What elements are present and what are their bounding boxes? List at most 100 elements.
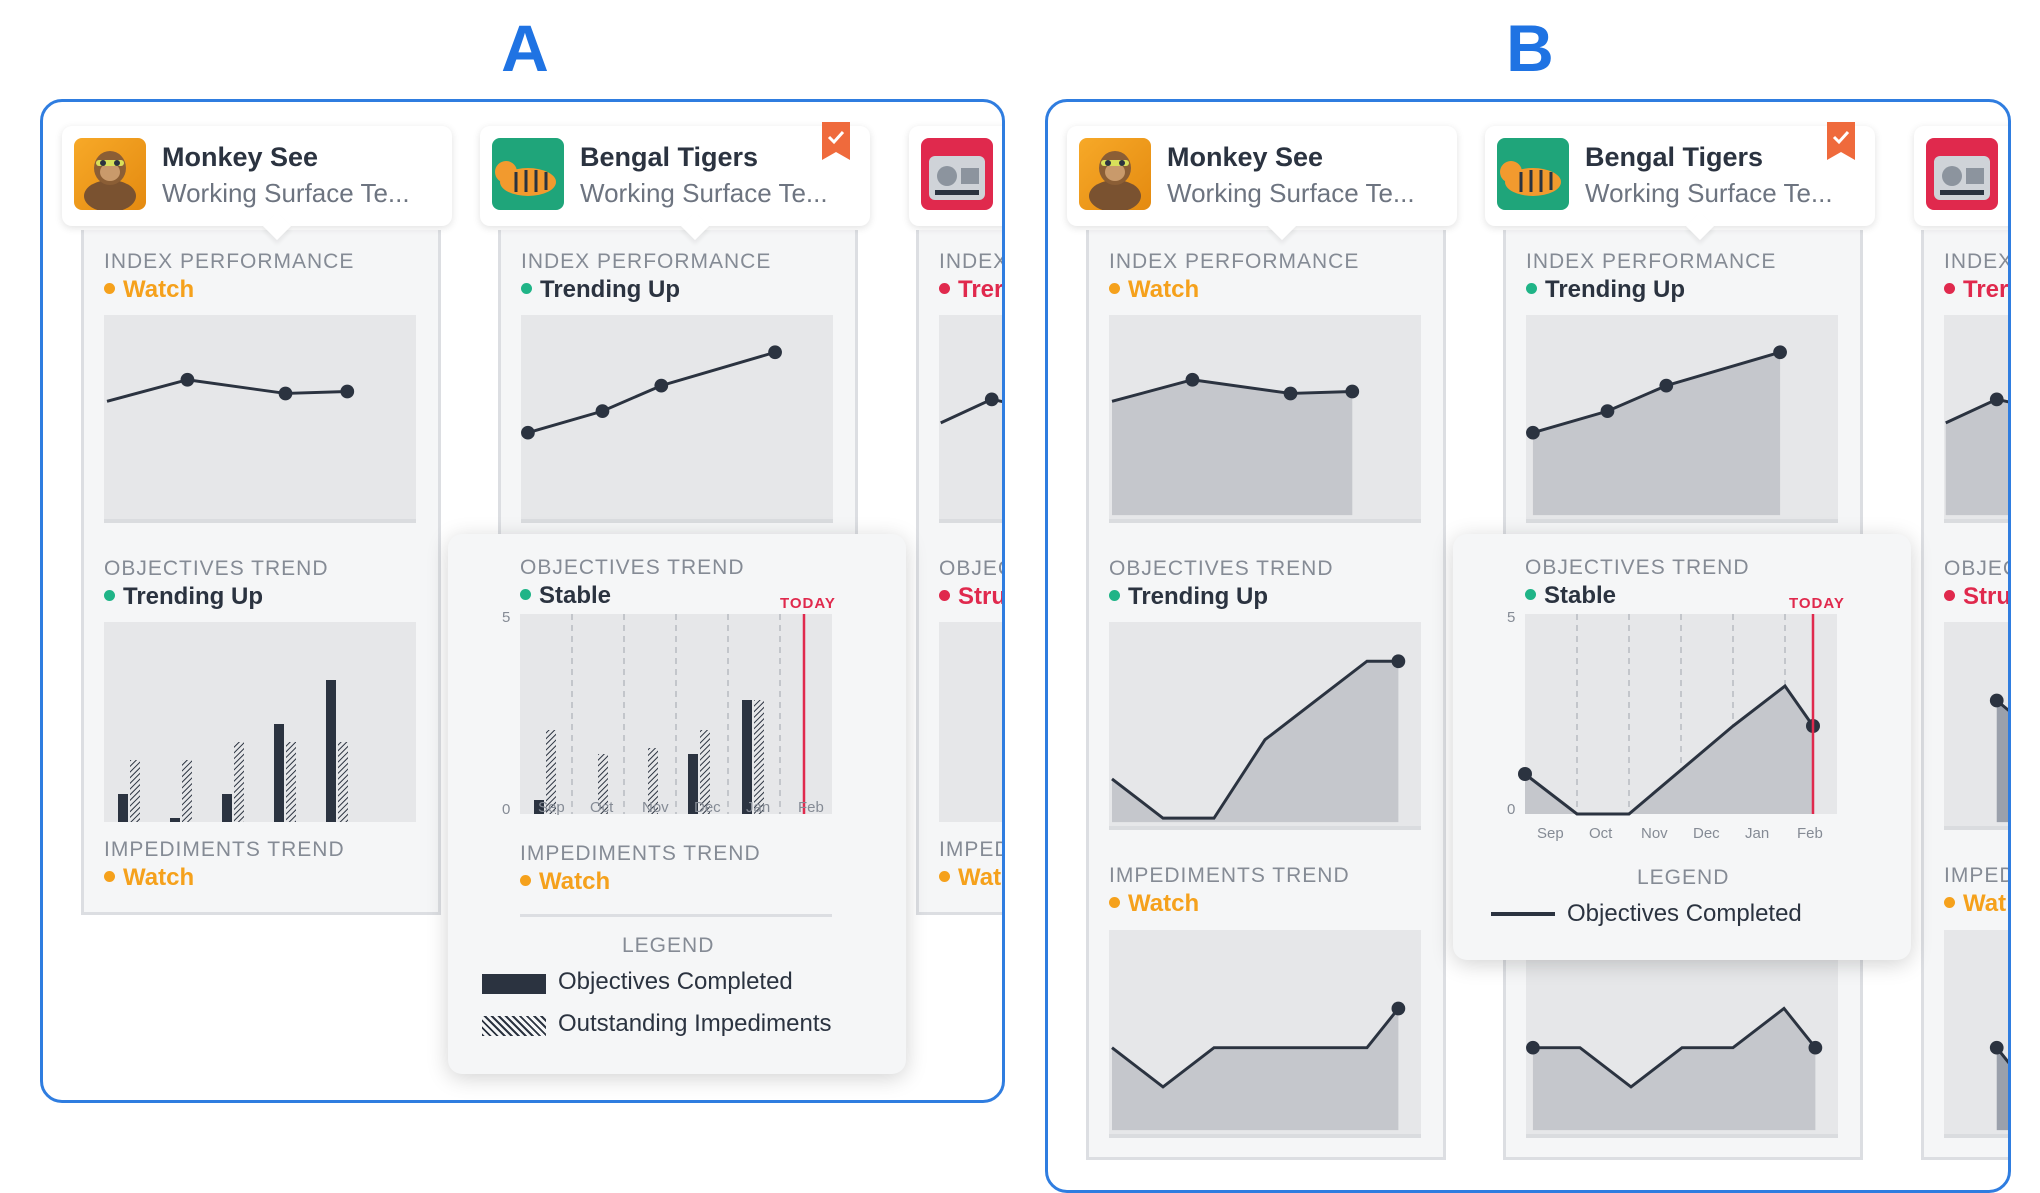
x-tick: Oct (1589, 825, 1613, 842)
team-card-partial[interactable]: INDEX Trer OBJEC Stru IMPED Wat (1921, 230, 2011, 1160)
status-dot (1109, 897, 1120, 909)
data-point (1989, 392, 2004, 407)
index-label-short: INDEX (1944, 250, 2011, 273)
objectives-status: Stru (939, 583, 1002, 611)
status-dot (104, 871, 115, 883)
impediments-area-chart[interactable] (1944, 930, 2008, 1138)
bar-completed (222, 794, 232, 822)
bar-completed (118, 794, 128, 822)
monkey-avatar (1079, 138, 1151, 210)
team-header-bengal-tigers[interactable]: Bengal Tigers Working Surface Te... (480, 122, 870, 241)
team-name: Bengal Tigers (1585, 142, 1764, 172)
objectives-area-chart[interactable] (1109, 622, 1421, 830)
radio-avatar (1926, 138, 1998, 210)
index-performance-chart[interactable] (521, 315, 833, 523)
index-performance-label: INDEX PERFORMANCE (521, 250, 772, 273)
team-card-monkey-see[interactable]: INDEX PERFORMANCE Watch OBJECTIVES TREND… (1086, 230, 1446, 1160)
bar-impediments (182, 760, 192, 822)
index-performance-chart[interactable] (939, 315, 1002, 523)
data-point (1808, 1040, 1823, 1055)
index-performance-chart[interactable] (1944, 315, 2008, 523)
impediments-status: Watch (520, 868, 610, 896)
objectives-bar-chart[interactable] (104, 622, 416, 822)
status-text: Wat (1963, 890, 2007, 917)
panel-label-a: A (501, 11, 549, 85)
x-tick: Feb (798, 799, 824, 816)
team-header-monkey-see[interactable]: Monkey See Working Surface Te... (1067, 126, 1457, 241)
data-point (1600, 404, 1615, 418)
objectives-bar-chart-detail[interactable]: 5 0 TODAY Sep Oct Nov Dec Jan Feb (488, 598, 868, 838)
index-area-svg (1526, 345, 1787, 516)
index-area-svg (1945, 392, 2008, 516)
objectives-area-svg (1989, 693, 2008, 823)
status-text: Trer (1963, 276, 2009, 303)
status-text: Wat (958, 864, 1002, 891)
bookmark-check-icon[interactable] (1827, 122, 1855, 160)
index-performance-chart[interactable] (104, 315, 416, 523)
x-tick: Jan (1745, 825, 1769, 842)
data-point (1518, 767, 1532, 781)
x-tick: Sep (538, 799, 565, 816)
data-point (1391, 654, 1406, 669)
tiger-icon (495, 161, 556, 196)
index-performance-chart[interactable] (1109, 315, 1421, 523)
status-dot (1526, 283, 1537, 295)
index-performance-label: INDEX PERFORMANCE (1526, 250, 1777, 273)
impediments-area-chart[interactable] (1526, 930, 1838, 1138)
data-point (1526, 425, 1540, 440)
data-point (654, 378, 669, 393)
today-label: TODAY (1789, 598, 1845, 612)
impediments-area-svg (1526, 1006, 1823, 1131)
objectives-trend-popover: OBJECTIVES TREND Stable TODAY 5 0 Sep Oc… (1453, 534, 1911, 960)
x-tick: Jan (746, 799, 770, 816)
objectives-area-chart-detail[interactable]: TODAY 5 0 Sep Oct Nov Dec Jan Feb (1493, 598, 1873, 848)
team-header-bengal-tigers[interactable]: Bengal Tigers Working Surface Te... (1485, 122, 1875, 241)
bar-completed (274, 724, 284, 822)
data-point (340, 384, 355, 399)
data-point (521, 425, 535, 440)
objectives-trend-label: OBJECTIVES TREND (1109, 557, 1334, 580)
impediments-area-svg (1989, 1040, 2008, 1131)
data-point (984, 392, 999, 407)
team-subtitle: Working Surface Te... (162, 178, 410, 208)
status-dot (104, 283, 115, 295)
team-name: Monkey See (1167, 142, 1324, 172)
x-tick: Nov (1641, 825, 1668, 842)
index-line-svg (106, 372, 355, 403)
objectives-area-chart[interactable] (1944, 622, 2008, 830)
bookmark-check-icon[interactable] (822, 122, 850, 160)
status-text: Watch (1128, 276, 1200, 303)
index-status: Trending Up (521, 276, 680, 304)
radio-icon (1934, 156, 1990, 200)
index-status: Trer (1944, 276, 2008, 304)
team-header-partial[interactable] (1914, 126, 2008, 226)
index-line-svg (940, 392, 1002, 425)
team-header-monkey-see[interactable]: Monkey See Working Surface Te... (62, 126, 452, 241)
legend-item-completed: Objectives Completed (558, 968, 793, 995)
status-dot (1944, 590, 1955, 602)
tiger-avatar (1497, 138, 1569, 210)
status-text: Watch (123, 276, 195, 303)
index-status: Trer (939, 276, 1004, 304)
data-point (1345, 384, 1360, 399)
objectives-area-svg (1111, 654, 1406, 823)
data-point (595, 404, 610, 418)
objectives-trend-label: OBJECTIVES TREND (1525, 556, 1750, 579)
panel-a: INDEX PERFORMANCE Watch OBJECTIVES TREND… (40, 99, 1005, 1103)
legend-swatch-impediments (482, 1016, 546, 1036)
impediments-area-chart[interactable] (1109, 930, 1421, 1138)
team-card-partial[interactable]: INDEX Trer OBJEC Stru IMPED Wat (916, 230, 1005, 915)
team-card-monkey-see[interactable]: INDEX PERFORMANCE Watch OBJECTIVES TREND… (81, 230, 441, 915)
status-dot (104, 590, 115, 602)
status-text: Trending Up (123, 583, 263, 610)
objectives-chart[interactable] (939, 622, 1002, 822)
index-performance-chart[interactable] (1526, 315, 1838, 523)
status-text: Trer (958, 276, 1004, 303)
objectives-status: Stru (1944, 583, 2011, 611)
index-label-short: INDEX (939, 250, 1005, 273)
team-header-partial[interactable] (909, 126, 1002, 226)
status-text: Watch (123, 864, 195, 891)
status-dot (1944, 897, 1955, 909)
objectives-status: Trending Up (104, 583, 263, 611)
status-text: Stru (1963, 583, 2011, 610)
